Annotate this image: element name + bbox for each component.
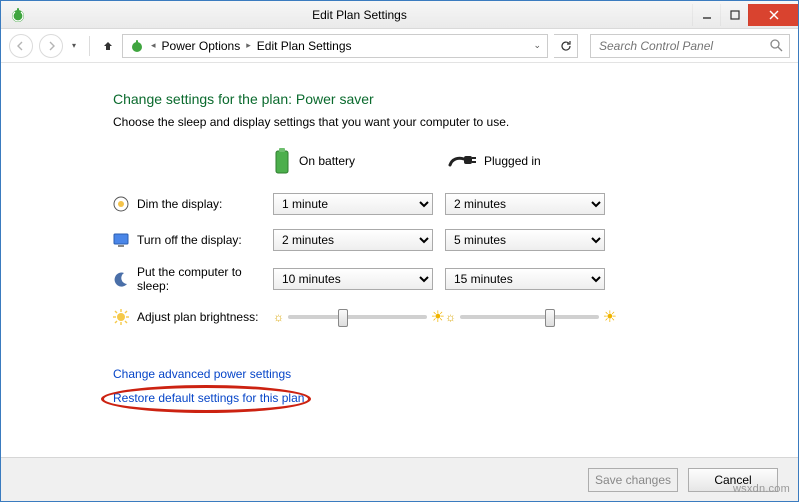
breadcrumb-sep: ▸ bbox=[246, 40, 251, 51]
history-dropdown[interactable]: ▾ bbox=[69, 41, 79, 50]
minimize-button[interactable] bbox=[692, 4, 720, 26]
turn-off-label: Turn off the display: bbox=[137, 233, 242, 247]
search-input[interactable] bbox=[597, 38, 770, 54]
brightness-icon bbox=[113, 309, 129, 325]
refresh-button[interactable] bbox=[554, 34, 578, 58]
up-button[interactable] bbox=[100, 40, 116, 52]
search-box[interactable] bbox=[590, 34, 790, 58]
turn-off-display-row: Turn off the display: 2 minutes 5 minute… bbox=[113, 229, 764, 251]
breadcrumb-icon bbox=[129, 38, 145, 54]
restore-defaults-link[interactable]: Restore default settings for this plan bbox=[113, 391, 764, 405]
turnoff-plugged-select[interactable]: 5 minutes bbox=[445, 229, 605, 251]
save-button[interactable]: Save changes bbox=[588, 468, 678, 492]
brightness-battery-slider[interactable] bbox=[288, 315, 427, 319]
battery-column-header: On battery bbox=[273, 147, 448, 175]
moon-icon bbox=[113, 271, 129, 287]
cancel-button[interactable]: Cancel bbox=[688, 468, 778, 492]
page-subtitle: Choose the sleep and display settings th… bbox=[113, 115, 764, 129]
address-breadcrumb[interactable]: ◂ Power Options ▸ Edit Plan Settings ⌄ bbox=[122, 34, 548, 58]
forward-button[interactable] bbox=[39, 34, 63, 58]
footer-bar: Save changes Cancel bbox=[1, 457, 798, 501]
search-icon bbox=[770, 39, 783, 52]
monitor-icon bbox=[113, 232, 129, 248]
dim-plugged-select[interactable]: 2 minutes bbox=[445, 193, 605, 215]
plugged-column-label: Plugged in bbox=[484, 154, 541, 168]
close-button[interactable] bbox=[748, 4, 798, 26]
sun-small-icon: ☼ bbox=[273, 310, 284, 324]
column-headers: On battery Plugged in bbox=[113, 147, 764, 175]
battery-column-label: On battery bbox=[299, 154, 355, 168]
dim-display-row: Dim the display: 1 minute 2 minutes bbox=[113, 193, 764, 215]
advanced-settings-link[interactable]: Change advanced power settings bbox=[113, 367, 764, 381]
content-area: Change settings for the plan: Power save… bbox=[1, 63, 798, 405]
dim-icon bbox=[113, 196, 129, 212]
plug-icon bbox=[448, 153, 476, 169]
page-heading: Change settings for the plan: Power save… bbox=[113, 91, 764, 107]
brightness-row: Adjust plan brightness: ☼ ☀ ☼ ☀ bbox=[113, 307, 764, 327]
turnoff-battery-select[interactable]: 2 minutes bbox=[273, 229, 433, 251]
nav-separator bbox=[89, 36, 90, 56]
breadcrumb-edit-plan[interactable]: Edit Plan Settings bbox=[257, 39, 352, 53]
sun-large-icon: ☀ bbox=[603, 307, 617, 327]
sleep-battery-select[interactable]: 10 minutes bbox=[273, 268, 433, 290]
window-buttons bbox=[692, 4, 798, 26]
brightness-plugged-slider[interactable] bbox=[460, 315, 599, 319]
dim-label: Dim the display: bbox=[137, 197, 222, 211]
sleep-label: Put the computer to sleep: bbox=[137, 265, 273, 293]
title-bar: Edit Plan Settings bbox=[1, 1, 798, 29]
dim-battery-select[interactable]: 1 minute bbox=[273, 193, 433, 215]
plugged-column-header: Plugged in bbox=[448, 147, 623, 175]
maximize-button[interactable] bbox=[720, 4, 748, 26]
brightness-label: Adjust plan brightness: bbox=[137, 310, 258, 324]
power-options-appicon bbox=[9, 6, 27, 24]
breadcrumb-sep: ◂ bbox=[151, 40, 156, 51]
sun-small-icon: ☼ bbox=[445, 310, 456, 324]
sun-large-icon: ☀ bbox=[431, 307, 445, 327]
sleep-plugged-select[interactable]: 15 minutes bbox=[445, 268, 605, 290]
battery-icon bbox=[273, 147, 291, 175]
breadcrumb-dropdown[interactable]: ⌄ bbox=[533, 40, 541, 51]
navigation-bar: ▾ ◂ Power Options ▸ Edit Plan Settings ⌄ bbox=[1, 29, 798, 63]
back-button[interactable] bbox=[9, 34, 33, 58]
breadcrumb-power-options[interactable]: Power Options bbox=[162, 39, 241, 53]
sleep-row: Put the computer to sleep: 10 minutes 15… bbox=[113, 265, 764, 293]
window-title: Edit Plan Settings bbox=[27, 8, 692, 22]
